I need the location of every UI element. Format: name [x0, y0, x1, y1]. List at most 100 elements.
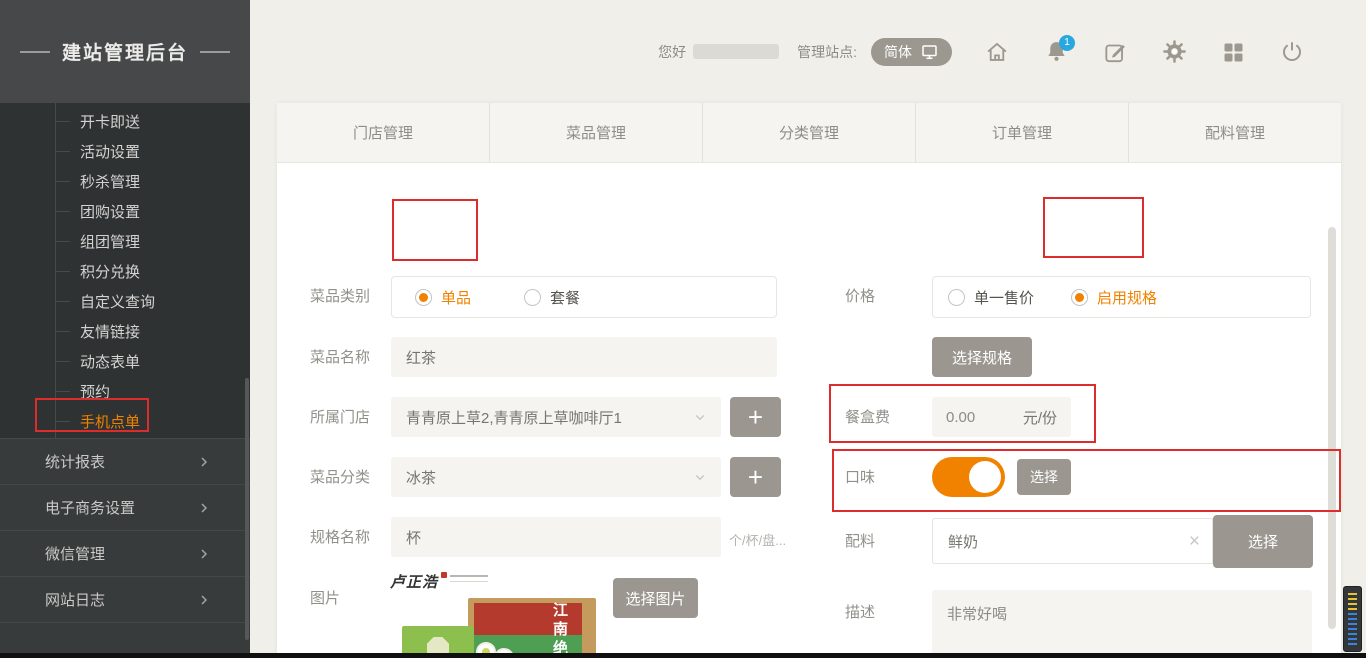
- notification-badge: 1: [1059, 35, 1075, 51]
- box-fee-unit: 元/份: [1023, 407, 1057, 428]
- home-icon: [984, 39, 1010, 65]
- sidebar-section-ecommerce[interactable]: 电子商务设置: [0, 484, 250, 530]
- radio-circle-icon: [415, 289, 432, 306]
- add-store-button[interactable]: +: [730, 397, 781, 437]
- sidebar-item-mobile-ordering[interactable]: 手机点单: [0, 406, 250, 436]
- sidebar-section-wechat[interactable]: 微信管理: [0, 530, 250, 576]
- sidebar-item-group-buy[interactable]: 团购设置: [0, 196, 250, 226]
- logout-button[interactable]: [1280, 40, 1304, 64]
- flavor-select-button[interactable]: 选择: [1017, 459, 1071, 495]
- select-image-button[interactable]: 选择图片: [613, 578, 698, 618]
- language-pill-button[interactable]: 简体: [871, 38, 952, 66]
- spec-name-input[interactable]: [391, 517, 721, 557]
- content-scrollbar[interactable]: [1328, 227, 1336, 629]
- sidebar-item-friend-links[interactable]: 友情链接: [0, 316, 250, 346]
- tab-category-management[interactable]: 分类管理: [702, 103, 915, 162]
- main-panel: 门店管理 菜品管理 分类管理 订单管理 配料管理 菜品类别 单品 套餐 菜品名称: [277, 103, 1341, 658]
- toggle-knob: [969, 461, 1001, 493]
- apps-grid-button[interactable]: [1221, 40, 1245, 64]
- brand-logo: 卢正浩: [390, 571, 602, 592]
- status-widget: [1343, 586, 1362, 652]
- sidebar-item-custom-query[interactable]: 自定义查询: [0, 286, 250, 316]
- tab-ingredient-management[interactable]: 配料管理: [1128, 103, 1341, 162]
- topbar: 您好 管理站点: 简体 1: [250, 0, 1366, 103]
- sidebar-item-label: 动态表单: [80, 351, 140, 372]
- photo-tea-boxes: 江南绝: [390, 596, 602, 658]
- category-select-value: 冰茶: [406, 467, 436, 488]
- widget-blue-bars: [1348, 613, 1357, 645]
- manage-site-label: 管理站点:: [797, 42, 857, 62]
- sidebar-item-dynamic-form[interactable]: 动态表单: [0, 346, 250, 376]
- flavor-toggle[interactable]: [932, 457, 1005, 497]
- sidebar-section-site-log[interactable]: 网站日志: [0, 576, 250, 622]
- power-icon: [1279, 39, 1305, 65]
- radio-circle-icon: [524, 289, 541, 306]
- sidebar-item-label: 活动设置: [80, 141, 140, 162]
- box-fee-field[interactable]: 0.00 元/份: [932, 397, 1071, 437]
- sidebar-item-label: 自定义查询: [80, 291, 155, 312]
- bottom-edge-strip: [0, 653, 1366, 658]
- sidebar-item-points-exchange[interactable]: 积分兑换: [0, 256, 250, 286]
- sidebar-item-open-card-gift[interactable]: 开卡即送: [0, 106, 250, 136]
- brand-seal-icon: [441, 572, 447, 578]
- store-select[interactable]: 青青原上草2,青青原上草咖啡厅1: [391, 397, 721, 437]
- product-photo: 卢正浩 江南绝: [390, 571, 602, 658]
- section-label: 统计报表: [45, 451, 105, 472]
- add-category-button[interactable]: +: [730, 457, 781, 497]
- photo-gift-box: 江南绝: [468, 598, 596, 658]
- title-dash-right: [200, 51, 230, 53]
- grid-icon: [1221, 40, 1245, 64]
- sidebar-item-label: 秒杀管理: [80, 171, 140, 192]
- sidebar-item-reservation[interactable]: 预约: [0, 376, 250, 406]
- edit-icon: [1102, 39, 1128, 65]
- home-button[interactable]: [985, 40, 1009, 64]
- image-label: 图片: [310, 591, 340, 607]
- sidebar-section-statistics[interactable]: 统计报表: [0, 438, 250, 484]
- sidebar-item-label: 友情链接: [80, 321, 140, 342]
- spec-name-label: 规格名称: [310, 530, 370, 546]
- chevron-right-icon: [196, 500, 212, 516]
- radio-label: 单一售价: [974, 287, 1034, 308]
- ingredient-label: 配料: [845, 534, 875, 550]
- clear-icon[interactable]: ×: [1189, 532, 1200, 551]
- brand-subtext: [450, 575, 488, 582]
- sidebar-item-label: 开卡即送: [80, 111, 140, 132]
- tab-dish-management[interactable]: 菜品管理: [489, 103, 702, 162]
- ingredient-select-button[interactable]: 选择: [1213, 515, 1313, 568]
- sidebar-sections: 统计报表 电子商务设置 微信管理 网站日志: [0, 438, 250, 658]
- tab-order-management[interactable]: 订单管理: [915, 103, 1128, 162]
- sidebar-item-label: 团购设置: [80, 201, 140, 222]
- brand-logo-text: 卢正浩: [390, 571, 438, 592]
- dish-category-radio-group: 单品 套餐: [391, 276, 777, 318]
- notifications-button[interactable]: 1: [1044, 40, 1068, 64]
- tab-bar: 门店管理 菜品管理 分类管理 订单管理 配料管理: [277, 103, 1341, 163]
- settings-button[interactable]: [1162, 40, 1186, 64]
- sidebar: 建站管理后台 开卡即送 活动设置 秒杀管理 团购设置 组团管理 积分兑换 自定义…: [0, 0, 250, 658]
- sidebar-scrollbar[interactable]: [245, 378, 249, 640]
- sidebar-item-group-mgmt[interactable]: 组团管理: [0, 226, 250, 256]
- ingredient-input[interactable]: 鲜奶 ×: [932, 518, 1213, 564]
- compose-button[interactable]: [1103, 40, 1127, 64]
- radio-set-meal[interactable]: 套餐: [524, 287, 580, 308]
- tab-store-management[interactable]: 门店管理: [277, 103, 489, 162]
- sidebar-item-flash-sale[interactable]: 秒杀管理: [0, 166, 250, 196]
- sidebar-item-label: 预约: [80, 381, 110, 402]
- section-label: 电子商务设置: [45, 497, 135, 518]
- category-select[interactable]: 冰茶: [391, 457, 721, 497]
- topbar-icons: 1: [985, 40, 1304, 64]
- description-textarea[interactable]: 非常好喝: [932, 590, 1312, 658]
- dish-name-label: 菜品名称: [310, 350, 370, 366]
- radio-single-price[interactable]: 单一售价: [948, 287, 1034, 308]
- radio-label: 启用规格: [1097, 287, 1157, 308]
- section-label: 网站日志: [45, 589, 105, 610]
- radio-single-item[interactable]: 单品: [415, 287, 471, 308]
- radio-enable-spec[interactable]: 启用规格: [1071, 287, 1157, 308]
- dish-name-input[interactable]: [391, 337, 777, 377]
- username-redacted: [693, 44, 779, 59]
- sidebar-item-activity-settings[interactable]: 活动设置: [0, 136, 250, 166]
- flavor-label: 口味: [845, 470, 875, 486]
- chevron-right-icon: [196, 454, 212, 470]
- sidebar-header: 建站管理后台: [0, 0, 250, 103]
- select-spec-button[interactable]: 选择规格: [932, 337, 1032, 377]
- sidebar-item-label: 积分兑换: [80, 261, 140, 282]
